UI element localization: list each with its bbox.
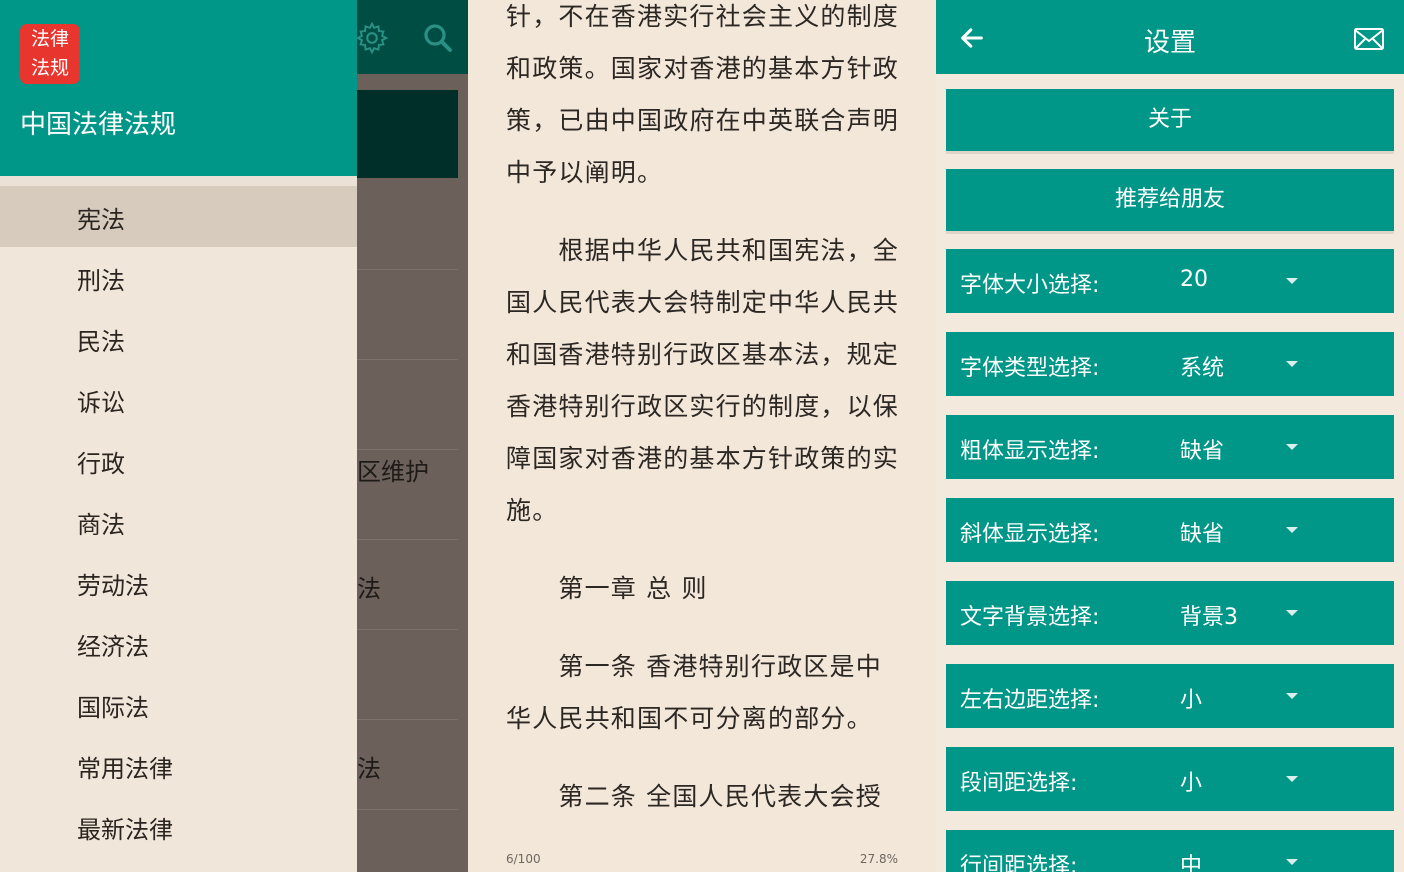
reading-progress: 27.8%	[859, 852, 898, 866]
setting-label: 字体大小选择:	[960, 273, 1100, 298]
text-line: 根据中华人民共和国宪法，全	[506, 236, 900, 265]
page-title: 设置	[1143, 28, 1196, 58]
settings-gear-icon[interactable]	[354, 20, 390, 56]
app-name: 中国法律法规	[20, 110, 177, 140]
logo-text-line1: 法律	[30, 28, 69, 50]
text-line: 国人民代表大会特制定中华人民共	[506, 288, 900, 317]
settings-toolbar: 设置	[936, 0, 1404, 74]
dropdown-arrow-icon	[1286, 610, 1298, 616]
dropdown-arrow-icon	[1286, 776, 1298, 782]
behind-row-text: 法	[357, 755, 381, 783]
menu-item-label: 宪法	[77, 206, 125, 234]
setting-label: 左右边距选择:	[960, 688, 1100, 713]
menu-item-commercial-law[interactable]: 商法	[0, 491, 357, 552]
line-spacing-select[interactable]: 行间距选择: 中	[946, 830, 1394, 872]
text-line: 华人民共和国不可分离的部分。	[506, 704, 873, 733]
italic-display-select[interactable]: 斜体显示选择: 缺省	[946, 498, 1394, 562]
menu-item-label: 常用法律	[77, 755, 173, 783]
menu-item-label: 商法	[77, 511, 125, 539]
drawer-header: 法律 法规 中国法律法规	[0, 0, 357, 176]
text-line: 策，已由中国政府在中英联合声明	[506, 106, 900, 135]
setting-value: 小	[1180, 688, 1203, 713]
paragraph-spacing-select[interactable]: 段间距选择: 小	[946, 747, 1394, 811]
setting-value: 中	[1180, 854, 1203, 872]
menu-item-label: 经济法	[77, 633, 149, 661]
dropdown-arrow-icon	[1286, 361, 1298, 367]
menu-item-label: 劳动法	[77, 572, 149, 600]
menu-item-litigation[interactable]: 诉讼	[0, 369, 357, 430]
behind-row-text: 区维护	[357, 458, 429, 486]
navigation-drawer: 法律 法规 中国法律法规 宪法 刑法 民法 诉讼 行政 商法 劳动法 经济法 国…	[0, 0, 357, 872]
font-type-select[interactable]: 字体类型选择: 系统	[946, 332, 1394, 396]
menu-item-label: 民法	[77, 328, 125, 356]
text-line: 和政策。国家对香港的基本方针政	[506, 54, 900, 83]
chapter-heading: 第一章 总 则	[506, 574, 708, 603]
side-margin-select[interactable]: 左右边距选择: 小	[946, 664, 1394, 728]
settings-screen: 设置 关于 推荐给朋友 字体大小选择: 20 字体类型选择: 系统 粗体显示选择…	[936, 0, 1404, 872]
text-line: 针，不在香港实行社会主义的制度	[506, 2, 900, 31]
menu-item-latest-laws[interactable]: 最新法律	[0, 796, 357, 857]
logo-text-line2: 法规	[30, 57, 69, 79]
menu-item-label: 行政	[77, 450, 125, 478]
setting-value: 系统	[1180, 356, 1225, 381]
dropdown-arrow-icon	[1286, 859, 1298, 865]
reader-screen[interactable]: 针，不在香港实行社会主义的制度 和政策。国家对香港的基本方针政 策，已由中国政府…	[468, 0, 936, 872]
setting-label: 行间距选择:	[960, 854, 1078, 872]
dropdown-arrow-icon	[1286, 693, 1298, 699]
text-line: 施。	[506, 496, 559, 525]
menu-item-civil-law[interactable]: 民法	[0, 308, 357, 369]
setting-label: 粗体显示选择:	[960, 439, 1100, 464]
menu-item-label: 诉讼	[77, 389, 125, 417]
setting-label: 字体类型选择:	[960, 356, 1100, 381]
text-line: 第二条 全国人民代表大会授	[506, 782, 882, 811]
about-button[interactable]: 关于	[946, 89, 1394, 154]
dropdown-arrow-icon	[1286, 278, 1298, 284]
text-background-select[interactable]: 文字背景选择: 背景3	[946, 581, 1394, 645]
menu-item-administrative[interactable]: 行政	[0, 430, 357, 491]
font-size-select[interactable]: 字体大小选择: 20	[946, 249, 1394, 313]
menu-item-economic-law[interactable]: 经济法	[0, 613, 357, 674]
mail-icon[interactable]	[1354, 28, 1384, 50]
text-line: 香港特别行政区实行的制度，以保	[506, 392, 900, 421]
search-icon[interactable]	[420, 20, 456, 56]
text-line: 中予以阐明。	[506, 158, 664, 187]
page-indicator: 6/100	[506, 852, 541, 866]
menu-item-criminal-law[interactable]: 刑法	[0, 247, 357, 308]
text-line: 和国香港特别行政区基本法，规定	[506, 340, 900, 369]
menu-item-labor-law[interactable]: 劳动法	[0, 552, 357, 613]
menu-item-label: 国际法	[77, 694, 149, 722]
behind-row-text: 法	[357, 575, 381, 603]
setting-value: 小	[1180, 771, 1203, 796]
setting-label: 文字背景选择:	[960, 605, 1100, 630]
text-line: 第一条 香港特别行政区是中	[506, 652, 882, 681]
menu-item-label: 刑法	[77, 267, 125, 295]
share-button[interactable]: 推荐给朋友	[946, 169, 1394, 234]
drawer-divider	[0, 176, 357, 186]
setting-label: 斜体显示选择:	[960, 522, 1100, 547]
menu-item-label: 最新法律	[77, 816, 173, 844]
dropdown-arrow-icon	[1286, 444, 1298, 450]
drawer-screen: 区维护 法 法 法律 法规 中国法律法规 宪法 刑法 民法 诉讼 行政 商法 劳…	[0, 0, 468, 872]
app-logo: 法律 法规	[20, 24, 80, 84]
menu-item-common-laws[interactable]: 常用法律	[0, 735, 357, 796]
setting-label: 段间距选择:	[960, 771, 1078, 796]
setting-value: 缺省	[1180, 522, 1225, 547]
setting-value: 背景3	[1180, 605, 1238, 630]
setting-value: 20	[1180, 267, 1208, 292]
menu-item-constitution[interactable]: 宪法	[0, 186, 357, 247]
dropdown-arrow-icon	[1286, 527, 1298, 533]
menu-item-international-law[interactable]: 国际法	[0, 674, 357, 735]
text-line: 障国家对香港的基本方针政策的实	[506, 444, 900, 473]
setting-value: 缺省	[1180, 439, 1225, 464]
bold-display-select[interactable]: 粗体显示选择: 缺省	[946, 415, 1394, 479]
